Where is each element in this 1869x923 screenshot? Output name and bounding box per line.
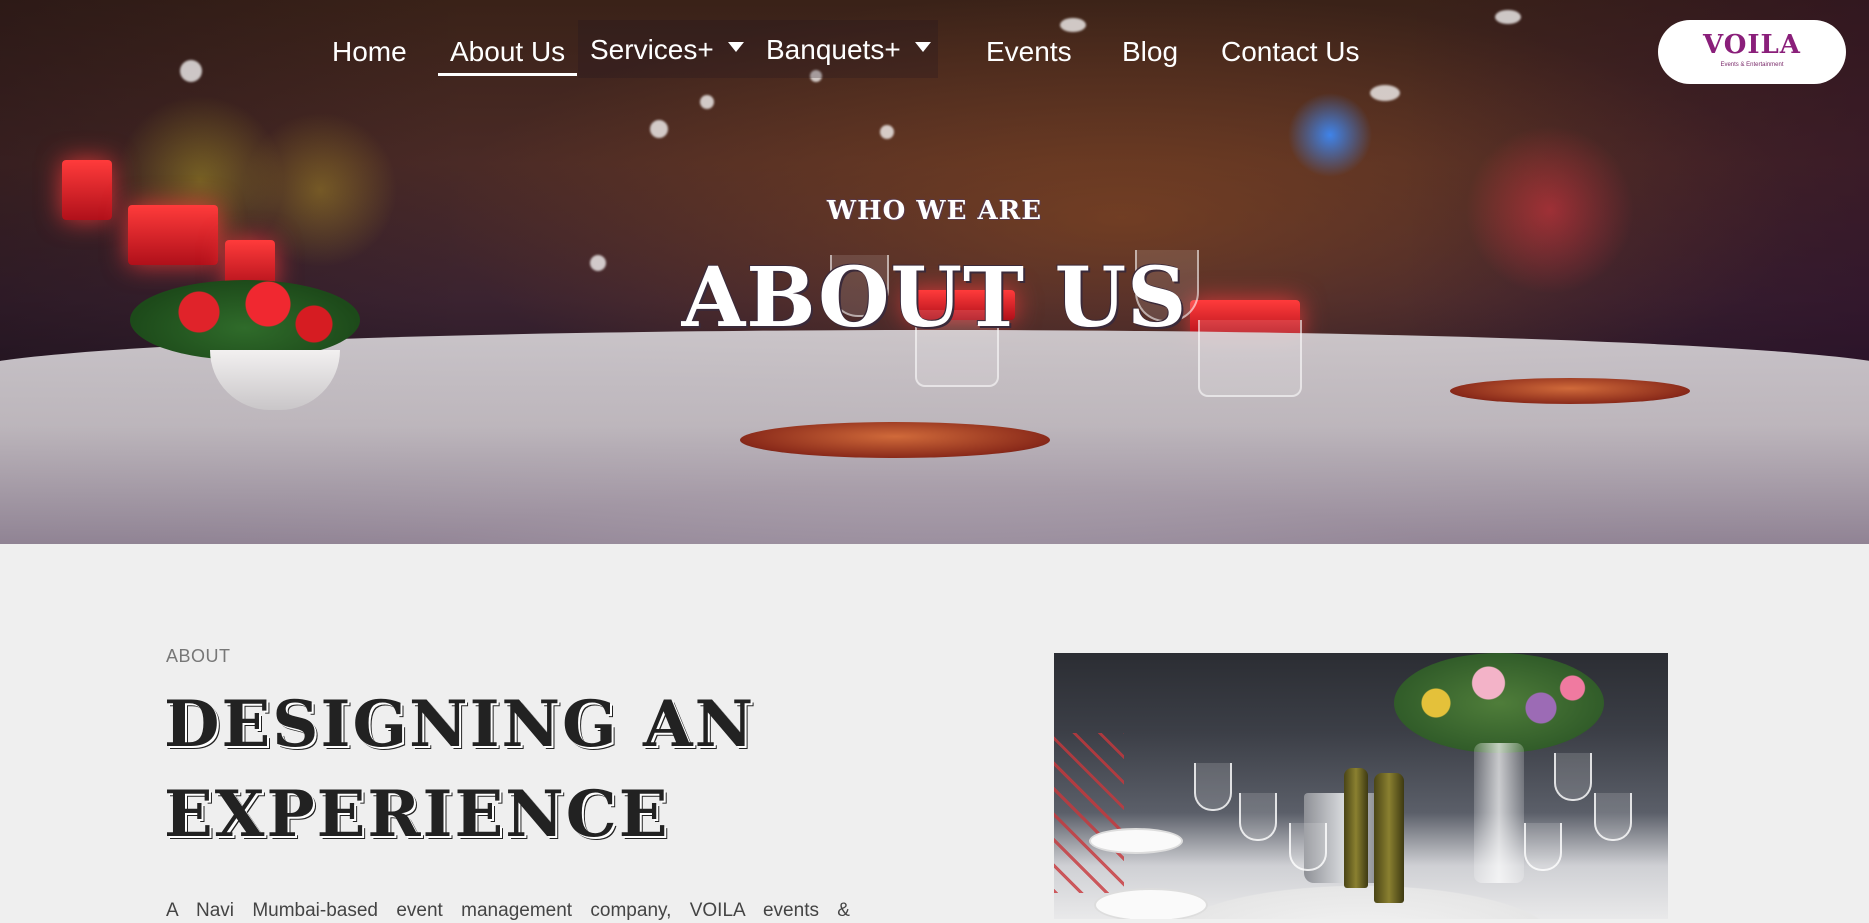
nav-about-us[interactable]: About Us: [437, 30, 578, 90]
bokeh-light: [650, 120, 668, 138]
nav-contact-us[interactable]: Contact Us: [1221, 30, 1360, 90]
section-heading: DESIGNING AN EXPERIENCE: [164, 680, 864, 860]
section-label: ABOUT: [166, 646, 231, 666]
hero-eyebrow: WHO WE ARE: [826, 196, 1043, 226]
wine-glass: [1524, 823, 1562, 871]
chevron-down-icon: [727, 41, 744, 52]
flower-centerpiece: [1394, 653, 1604, 753]
wine-glass: [1594, 793, 1632, 841]
nav-services-label: Services+: [590, 34, 714, 65]
nav-services[interactable]: Services+: [590, 28, 744, 88]
logo[interactable]: VOILA Events & Entertainment: [1658, 20, 1846, 84]
nav-home[interactable]: Home: [332, 30, 407, 90]
dinner-plate: [1450, 378, 1690, 404]
nav-blog[interactable]: Blog: [1122, 30, 1178, 90]
nav-banquets-label: Banquets+: [766, 34, 901, 65]
bokeh-light: [1495, 10, 1521, 24]
section-heading-line: DESIGNING AN: [164, 687, 756, 762]
section-heading-line: EXPERIENCE: [164, 777, 670, 852]
dinner-plate: [740, 422, 1050, 458]
wine-glass: [1239, 793, 1277, 841]
about-body-text: A Navi Mumbai-based event management com…: [166, 900, 850, 921]
decor-rack: [1054, 733, 1124, 893]
wine-bottle: [1374, 773, 1404, 903]
dinner-plate: [1094, 888, 1208, 919]
page-title: ABOUT US: [681, 250, 1188, 346]
chevron-down-icon: [914, 41, 931, 52]
main-nav: Home About Us Services+ Banquets+ Events…: [0, 20, 1869, 90]
nav-banquets[interactable]: Banquets+: [766, 28, 931, 88]
crystal-stand: [1474, 743, 1524, 883]
bokeh-light: [700, 95, 714, 109]
wine-bottle: [1344, 768, 1368, 888]
wine-glass: [1289, 823, 1327, 871]
wine-glass: [1194, 763, 1232, 811]
wine-glass: [1554, 753, 1592, 801]
dinner-plate: [1089, 828, 1183, 854]
nav-events[interactable]: Events: [986, 30, 1072, 90]
event-table-photo: [1054, 653, 1668, 919]
bokeh-light: [880, 125, 894, 139]
logo-tagline: Events & Entertainment: [1720, 62, 1784, 68]
logo-wordmark: VOILA: [1703, 30, 1801, 60]
